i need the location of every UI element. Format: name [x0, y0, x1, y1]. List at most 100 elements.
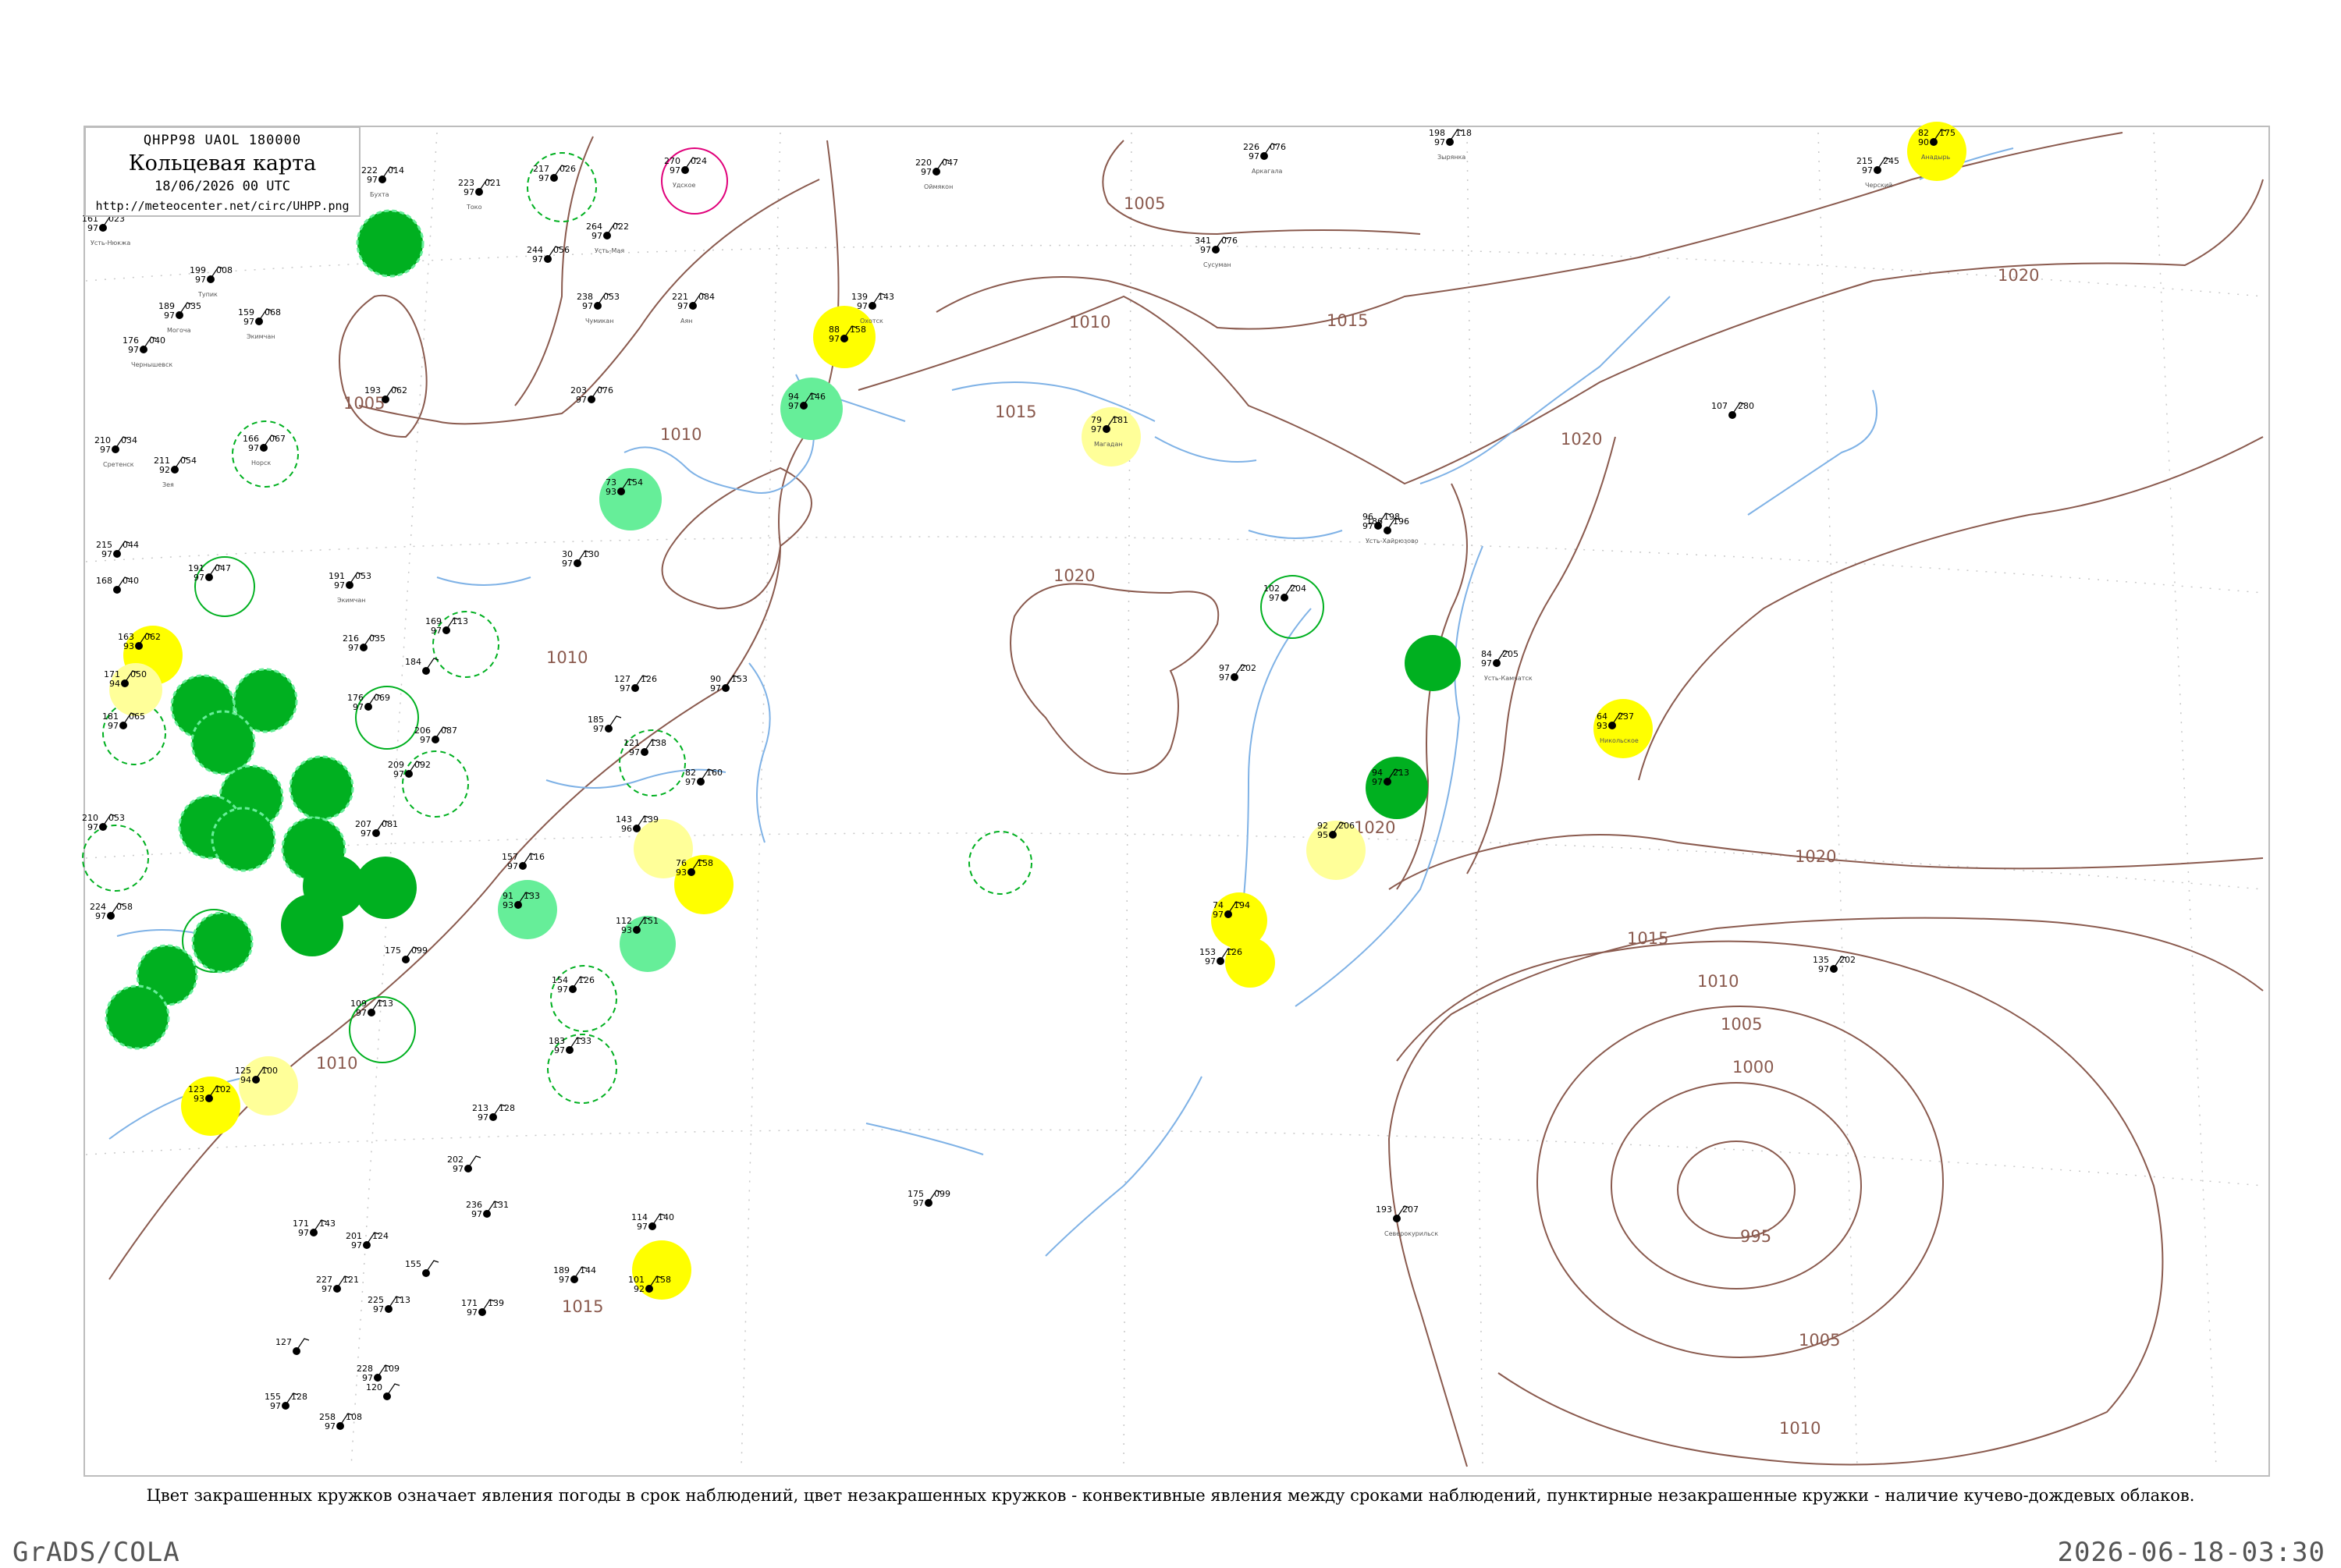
ring-filled-green: [289, 755, 354, 821]
station-humidity: 97: [348, 643, 359, 653]
station-pressure: 128: [499, 1103, 515, 1113]
station-cloud-cover-icon: [119, 722, 127, 729]
station-cloud-cover-icon: [293, 1347, 300, 1355]
station-cloud-cover-icon: [722, 684, 730, 692]
isobar-label-1005-c: 1005: [1721, 1015, 1762, 1034]
station-humidity: 94: [240, 1075, 251, 1085]
isobar-label-1010-d: 1010: [1697, 972, 1739, 991]
station-pressure: 213: [1393, 768, 1409, 778]
station-name: Зея: [162, 481, 174, 488]
station-cloud-cover-icon: [360, 644, 368, 651]
station-humidity: 97: [87, 223, 98, 233]
station-pressure: 143: [878, 292, 894, 302]
station-pressure: 124: [372, 1231, 389, 1241]
station-pressure: 139: [642, 814, 659, 825]
station-name: Усть-Мая: [595, 247, 624, 254]
station-name: Тупик: [197, 291, 218, 298]
station-name: Аян: [680, 318, 693, 325]
station-name: Магадан: [1094, 441, 1123, 448]
station-cloud-cover-icon: [385, 1305, 393, 1313]
station-cloud-cover-icon: [405, 770, 413, 778]
ring-filled-green: [191, 911, 254, 974]
weather-map[interactable]: 1005 1010 1015 1020 1015 1010 1005 1010 …: [0, 0, 2341, 1560]
station-name: Бухта: [370, 191, 389, 198]
station-humidity: 97: [325, 1421, 336, 1431]
station-humidity: 97: [270, 1401, 281, 1411]
station-temperature: 175: [385, 945, 401, 956]
station-humidity: 97: [788, 401, 799, 411]
station-humidity: 97: [554, 1045, 565, 1055]
station-name: Усть-Нюкжа: [91, 239, 130, 247]
station-humidity: 97: [857, 301, 868, 311]
ring-filled-green: [1366, 757, 1428, 819]
station-pressure: 154: [627, 477, 643, 488]
station-humidity: 97: [591, 231, 602, 241]
station-humidity: 97: [593, 724, 604, 734]
station-pressure: 113: [452, 616, 468, 626]
station-name: Могоча: [167, 327, 191, 334]
station-pressure: 138: [650, 738, 666, 748]
station-cloud-cover-icon: [1329, 831, 1337, 839]
station-pressure: 053: [108, 813, 125, 823]
station-humidity: 97: [620, 683, 631, 694]
station-pressure: 034: [121, 435, 137, 445]
station-cloud-cover-icon: [176, 311, 183, 319]
station-pressure: 084: [698, 292, 715, 302]
station-cloud-cover-icon: [113, 586, 121, 594]
station-cloud-cover-icon: [336, 1422, 344, 1430]
station-name: Усть-Хайрюзово: [1366, 537, 1419, 545]
station-cloud-cover-icon: [107, 912, 115, 920]
station-humidity: 97: [100, 445, 111, 455]
station-humidity: 97: [1249, 151, 1259, 161]
station-cloud-cover-icon: [645, 1285, 653, 1293]
map-title: Кольцевая карта: [128, 151, 317, 176]
map-datetime: 18/06/2026 00 UTC: [155, 179, 290, 194]
station-cloud-cover-icon: [1930, 138, 1938, 146]
station-pressure: 026: [559, 164, 576, 174]
station-humidity: 97: [507, 861, 518, 871]
station-humidity: 97: [195, 275, 206, 285]
ring-filled-green: [211, 807, 276, 872]
station-cloud-cover-icon: [1384, 778, 1391, 786]
station-humidity: 97: [532, 254, 543, 264]
station-name: Черский: [1865, 182, 1892, 189]
station-cloud-cover-icon: [1217, 957, 1224, 965]
map-url[interactable]: http://meteocenter.net/circ/UHPP.png: [86, 199, 359, 213]
station-pressure: 040: [149, 335, 165, 346]
station-cloud-cover-icon: [374, 1374, 382, 1382]
station-pressure: 202: [1240, 663, 1256, 673]
station-humidity: 97: [677, 301, 688, 311]
station-name: Охотск: [860, 318, 883, 325]
station-humidity: 97: [353, 702, 364, 712]
station-cloud-cover-icon: [383, 1392, 391, 1400]
station-cloud-cover-icon: [1281, 594, 1288, 601]
station-name: Аркагала: [1252, 168, 1283, 175]
station-humidity: 97: [467, 1307, 478, 1318]
station-humidity: 97: [356, 1008, 367, 1018]
station-pressure: 175: [1939, 128, 1956, 138]
station-cloud-cover-icon: [1103, 425, 1110, 433]
station-humidity: 96: [621, 824, 632, 834]
station-pressure: 024: [691, 156, 707, 166]
station-cloud-cover-icon: [1446, 138, 1454, 146]
station-pressure: 153: [731, 674, 748, 684]
station-name: Удское: [673, 182, 696, 189]
station-cloud-cover-icon: [641, 748, 648, 756]
station-pressure: 014: [388, 165, 404, 176]
station-cloud-cover-icon: [1493, 659, 1501, 667]
ring-filled-green: [281, 894, 343, 956]
station-humidity: 97: [95, 911, 106, 921]
station-cloud-cover-icon: [442, 626, 450, 634]
station-name: Анадырь: [1921, 154, 1951, 161]
station-cloud-cover-icon: [932, 168, 940, 176]
station-pressure: 116: [528, 852, 545, 862]
station-pressure: 133: [575, 1036, 591, 1046]
station-pressure: 207: [1402, 1204, 1419, 1215]
station-humidity: 97: [1434, 137, 1445, 147]
station-cloud-cover-icon: [368, 1009, 375, 1016]
footer-software: GrADS/COLA: [12, 1537, 180, 1568]
station-pressure: 158: [655, 1275, 671, 1285]
station-cloud-cover-icon: [483, 1210, 491, 1218]
station-name: Чернышевск: [131, 361, 172, 368]
station-cloud-cover-icon: [544, 255, 552, 263]
